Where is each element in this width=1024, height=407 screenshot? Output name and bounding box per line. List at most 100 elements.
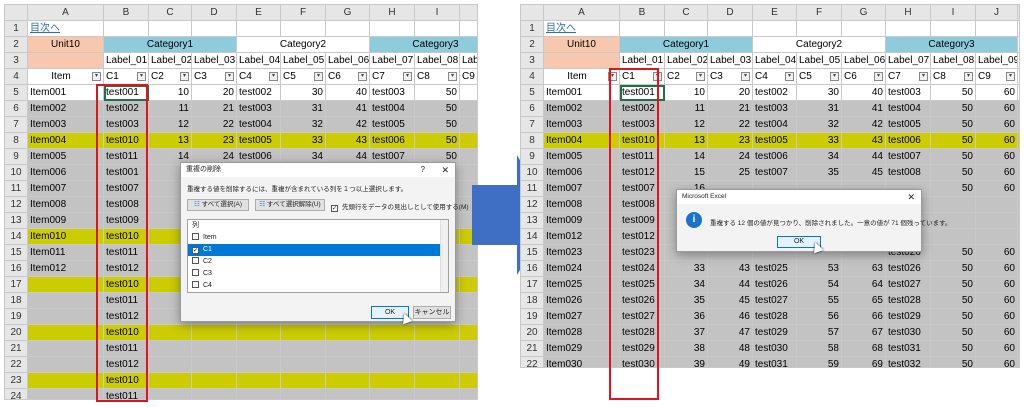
item-cell[interactable]: Item003 [28,117,104,133]
checkbox-icon[interactable] [192,269,199,276]
value-cell[interactable]: 12 [149,117,192,133]
value-cell[interactable]: 11 [149,101,192,117]
value-cell[interactable]: 35 [797,165,842,181]
cell[interactable] [1018,21,1019,37]
code-cell[interactable]: test006 [886,133,931,149]
right-spreadsheet[interactable]: A B C D E F G H I J 1 目次へ 2 Unit10 Category1 Category2 C… [520,4,1020,368]
column-header-g[interactable]: G [326,5,370,21]
category-cell[interactable]: Category1 [620,37,753,53]
value-cell[interactable] [281,325,326,341]
value-cell[interactable]: 14 [665,149,708,165]
value-cell[interactable]: 33 [797,133,842,149]
code-cell[interactable]: test032 [886,357,931,367]
value-cell[interactable]: 34 [797,149,842,165]
value-cell[interactable]: 60 [976,181,1018,197]
code-cell[interactable]: te [1018,149,1019,165]
code-cell[interactable] [370,373,415,389]
value-cell[interactable] [976,229,1018,245]
value-cell[interactable] [460,341,477,357]
value-cell[interactable]: 13 [149,133,192,149]
value-cell[interactable]: 50 [931,101,976,117]
value-cell[interactable]: 50 [931,261,976,277]
row-header[interactable]: 22 [521,357,544,367]
label-cell[interactable]: Label_03 [708,53,753,69]
code-cell[interactable]: test002 [237,85,281,101]
value-cell[interactable]: 50 [931,245,976,261]
row-header[interactable]: 3 [5,53,28,69]
value-cell[interactable]: 42 [326,117,370,133]
value-cell[interactable]: 58 [797,341,842,357]
code-header-cell[interactable]: C4 ▾ [753,69,797,85]
row-header[interactable]: 16 [521,261,544,277]
cell[interactable] [370,21,415,37]
value-cell[interactable]: 33 [281,133,326,149]
value-cell[interactable] [415,357,460,373]
value-cell[interactable]: 50 [415,85,460,101]
cell[interactable] [326,21,370,37]
row-header[interactable]: 14 [5,229,28,245]
column-header-h[interactable]: H [370,5,415,21]
code-cell[interactable]: test007 [886,149,931,165]
row-header[interactable]: 8 [521,133,544,149]
code-cell[interactable]: test025 [753,261,797,277]
row-header[interactable]: 2 [521,37,544,53]
row-header[interactable]: 11 [5,181,28,197]
column-header-i[interactable]: I [415,5,460,21]
value-cell[interactable]: 60 [976,85,1018,101]
column-header-d[interactable]: D [708,5,753,21]
value-cell[interactable] [460,325,477,341]
column-header-c[interactable]: C [149,5,192,21]
column-header-a[interactable]: A [544,5,620,21]
row-header[interactable]: 2 [5,37,28,53]
value-cell[interactable]: 36 [665,309,708,325]
value-cell[interactable]: 50 [415,101,460,117]
value-cell[interactable]: 39 [665,357,708,367]
code-cell[interactable]: test004 [886,101,931,117]
code-cell[interactable] [237,389,281,399]
column-header-a[interactable]: A [28,5,104,21]
value-cell[interactable]: 64 [842,277,886,293]
label-cell[interactable]: Label_08 [931,53,976,69]
code-cell[interactable] [370,341,415,357]
code-cell[interactable]: test008 [886,165,931,181]
label-cell[interactable]: Label_08 [415,53,460,69]
code-cell[interactable]: test029 [753,325,797,341]
code-cell[interactable]: test028 [886,293,931,309]
value-cell[interactable] [415,341,460,357]
value-cell[interactable]: 50 [931,133,976,149]
cell[interactable] [708,21,753,37]
toc-link[interactable]: 目次へ [544,21,620,37]
code-cell[interactable]: test006 [753,149,797,165]
value-cell[interactable]: 55 [797,293,842,309]
row-header[interactable]: 6 [5,101,28,117]
row-header[interactable]: 12 [5,197,28,213]
value-cell[interactable]: 60 [976,325,1018,341]
row-header[interactable]: 11 [521,181,544,197]
code-cell[interactable]: te [1018,165,1019,181]
cell[interactable] [281,21,326,37]
code-cell[interactable]: test005 [237,133,281,149]
row-header[interactable]: 9 [5,149,28,165]
value-cell[interactable]: 34 [665,277,708,293]
value-cell[interactable] [192,389,237,399]
value-cell[interactable]: 10 [665,85,708,101]
code-cell[interactable]: test030 [753,341,797,357]
value-cell[interactable] [326,373,370,389]
value-cell[interactable]: 50 [931,293,976,309]
label-cell[interactable]: Label_05 [281,53,326,69]
value-cell[interactable] [149,357,192,373]
value-cell[interactable]: 40 [842,85,886,101]
code-cell[interactable] [237,357,281,373]
value-cell[interactable]: 44 [842,149,886,165]
code-header-cell[interactable]: C2 ▾ [149,69,192,85]
unit-cell[interactable]: Unit10 [28,37,104,53]
value-cell[interactable]: 63 [842,261,886,277]
row-header[interactable]: 18 [5,293,28,309]
column-header-d[interactable]: D [192,5,237,21]
value-cell[interactable]: 20 [192,85,237,101]
code-header-cell[interactable]: C9▾ [460,69,477,85]
value-cell[interactable] [931,197,976,213]
value-cell[interactable]: 30 [281,85,326,101]
row-header[interactable]: 13 [5,213,28,229]
code-header-cell[interactable]: C5 ▾ [281,69,326,85]
